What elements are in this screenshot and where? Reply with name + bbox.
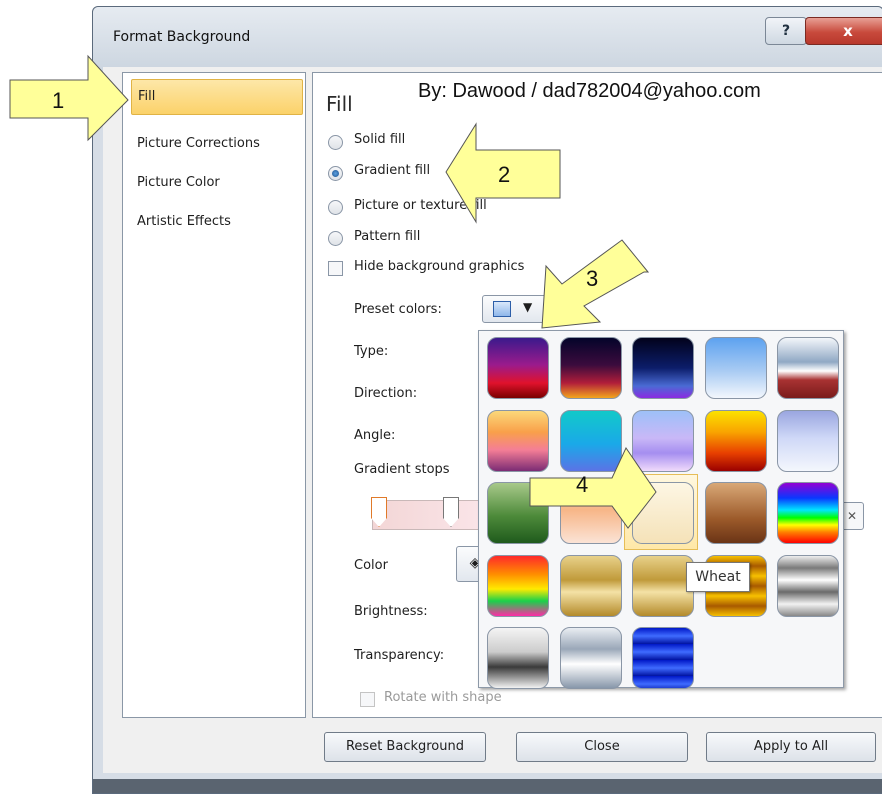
callout-arrow-4 (529, 446, 657, 529)
callout-number-4: 4 (576, 472, 589, 497)
callout-number-2: 2 (498, 162, 511, 187)
callout-number-1: 1 (52, 88, 65, 113)
callout-arrow-1 (9, 54, 129, 142)
annotation-arrows (9, 54, 657, 529)
callout-number-3: 3 (586, 266, 599, 291)
